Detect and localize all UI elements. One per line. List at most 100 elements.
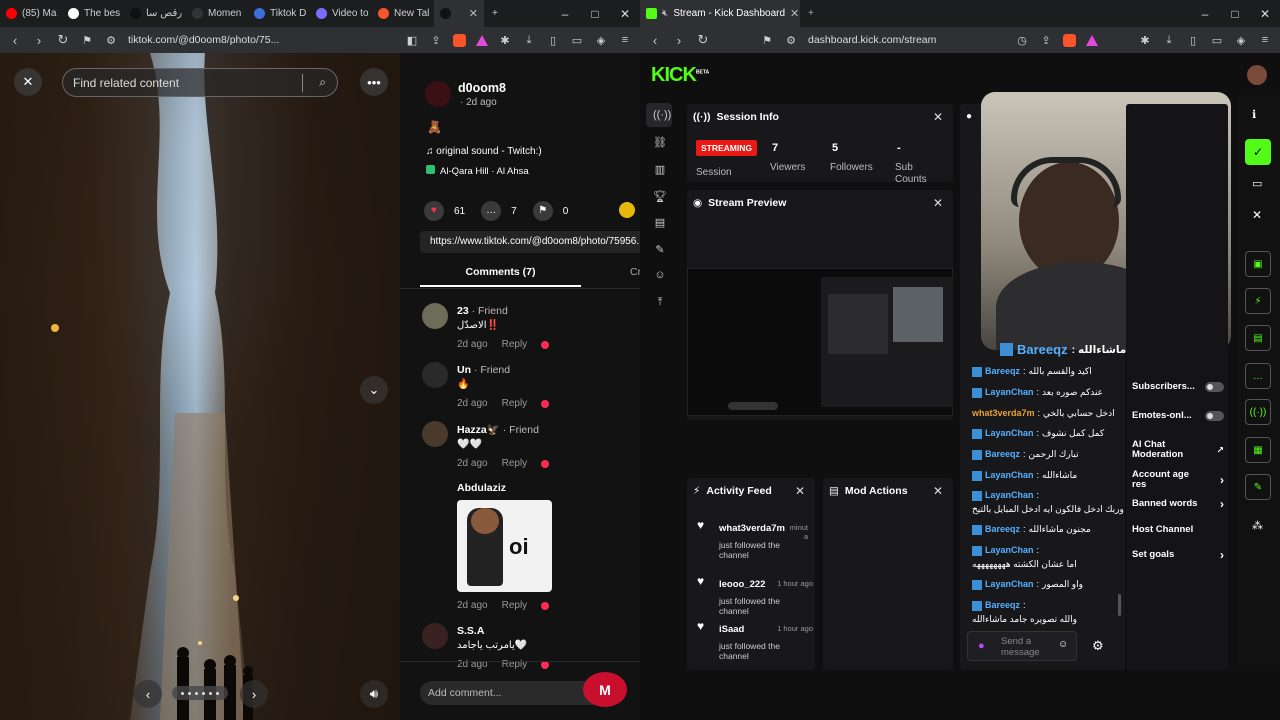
- close-panel-icon[interactable]: ✕: [933, 110, 943, 124]
- layout-icon[interactable]: ▭: [1252, 177, 1262, 190]
- reply-link[interactable]: Reply: [502, 339, 528, 350]
- extensions-icon[interactable]: ✱: [498, 34, 512, 47]
- browser-tab[interactable]: Momen: [186, 0, 248, 27]
- commenter-avatar[interactable]: [422, 421, 448, 447]
- sidebar-icon[interactable]: ▯: [546, 34, 560, 47]
- flash-icon[interactable]: ⚡︎: [1245, 288, 1271, 314]
- browser-tab[interactable]: رقص سا: [124, 0, 186, 27]
- comment-like-icon[interactable]: [541, 399, 550, 408]
- commenter-name[interactable]: 23: [457, 305, 469, 317]
- reload-icon[interactable]: ↻: [696, 32, 710, 48]
- new-tab-icon[interactable]: +: [808, 8, 814, 19]
- like-icon[interactable]: ♥: [424, 201, 444, 221]
- commenter-name[interactable]: Abdulaziz: [457, 482, 506, 494]
- site-settings-icon[interactable]: ⚙: [104, 34, 118, 47]
- brave-rewards-icon[interactable]: [1086, 34, 1098, 46]
- emoji-icon[interactable]: ☺: [1058, 639, 1068, 650]
- back-icon[interactable]: ‹: [8, 33, 22, 48]
- url-field[interactable]: tiktok.com/@d0oom8/photo/75...: [128, 34, 395, 46]
- reload-icon[interactable]: ↻: [56, 32, 70, 48]
- commenter-avatar[interactable]: [422, 623, 448, 649]
- menu-icon[interactable]: ≡: [618, 34, 632, 46]
- chat-setting-row[interactable]: Emotes-onl...: [1132, 411, 1224, 421]
- clip-icon[interactable]: ▣: [1245, 251, 1271, 277]
- wrench-icon[interactable]: ✎: [1245, 474, 1271, 500]
- back-icon[interactable]: ‹: [648, 33, 662, 48]
- commenter-name[interactable]: Hazza🦅: [457, 424, 500, 436]
- more-options-icon[interactable]: •••: [360, 68, 388, 96]
- vpn-icon[interactable]: ◈: [1234, 34, 1248, 47]
- chevron-down-icon[interactable]: ⌄: [360, 376, 388, 404]
- prev-photo-icon[interactable]: ‹: [134, 680, 162, 708]
- stream-preview-video[interactable]: [687, 268, 953, 416]
- menu-icon[interactable]: ≡: [1258, 34, 1272, 46]
- share-link-field[interactable]: https://www.tiktok.com/@d0oom8/photo/759…: [420, 231, 640, 253]
- volume-icon[interactable]: 🔊︎: [360, 680, 388, 708]
- close-icon[interactable]: ✕: [14, 68, 42, 96]
- close-rail-icon[interactable]: ✕: [1252, 208, 1262, 222]
- download-icon[interactable]: ⤓: [522, 34, 536, 47]
- chat-username[interactable]: LayanChan: [985, 387, 1034, 398]
- activity-user[interactable]: leooo_222: [719, 579, 765, 590]
- browser-tab[interactable]: ✕: [434, 0, 484, 27]
- share-icon[interactable]: ⇪: [1039, 34, 1053, 47]
- apps-icon[interactable]: ⁂: [1252, 519, 1263, 532]
- chat-username[interactable]: Bareeqz: [985, 524, 1020, 535]
- check-icon[interactable]: ✓: [1245, 139, 1271, 165]
- mic-icon[interactable]: ●: [978, 640, 985, 652]
- link-icon[interactable]: ⛓: [653, 136, 667, 150]
- comment-like-icon[interactable]: [541, 601, 550, 610]
- minimize-icon[interactable]: –: [1190, 7, 1220, 21]
- toggle-switch[interactable]: [1204, 411, 1224, 421]
- notes-icon[interactable]: ▤: [1245, 325, 1271, 351]
- maximize-icon[interactable]: □: [580, 7, 610, 21]
- commenter-name[interactable]: S.S.A: [457, 625, 484, 637]
- save-icon[interactable]: ⚑: [532, 201, 553, 221]
- author-avatar[interactable]: [425, 81, 451, 107]
- browser-tab[interactable]: (85) Ma: [0, 0, 62, 27]
- coin-icon[interactable]: [619, 202, 635, 218]
- trophy-icon[interactable]: 🏆︎: [653, 190, 667, 204]
- tab-kick-dashboard[interactable]: 🔇︎ Stream - Kick Dashboard ✕: [640, 0, 800, 27]
- site-settings-icon[interactable]: ⚙: [784, 34, 798, 47]
- close-panel-icon[interactable]: ✕: [795, 484, 805, 498]
- chat-message-input[interactable]: ● Send a message ☺: [967, 631, 1077, 661]
- chat-setting-row[interactable]: Account age res ›: [1132, 470, 1224, 490]
- activity-user[interactable]: iSaad: [719, 624, 744, 635]
- search-icon[interactable]: ⌕: [319, 75, 326, 90]
- location-row[interactable]: Al-Qara Hill · Al Ahsa: [426, 165, 529, 177]
- brave-rewards-icon[interactable]: [476, 34, 488, 46]
- reply-link[interactable]: Reply: [502, 458, 528, 469]
- brave-shields-icon[interactable]: [1063, 33, 1076, 47]
- history-icon[interactable]: ◷: [1015, 34, 1029, 47]
- extensions-icon[interactable]: ✱: [1138, 34, 1152, 47]
- new-tab-icon[interactable]: +: [492, 8, 498, 19]
- share-icon[interactable]: ⇪: [429, 34, 443, 47]
- chat-username[interactable]: LayanChan: [985, 579, 1034, 590]
- maximize-icon[interactable]: □: [1220, 7, 1250, 21]
- chat-setting-row[interactable]: Set goals ›: [1132, 549, 1224, 561]
- sound-row[interactable]: ♫ original sound - Twitch:): [426, 146, 542, 157]
- commenter-avatar[interactable]: [422, 480, 448, 506]
- chat-username[interactable]: Bareeqz: [985, 600, 1020, 611]
- user-avatar[interactable]: [1247, 65, 1267, 85]
- commenter-name[interactable]: Un: [457, 364, 471, 376]
- add-comment-input[interactable]: Add comment...: [420, 681, 610, 705]
- mcafee-icon[interactable]: M: [583, 672, 627, 707]
- chat-username[interactable]: LayanChan: [985, 545, 1034, 556]
- url-field[interactable]: dashboard.kick.com/stream: [808, 34, 1005, 46]
- activity-user[interactable]: what3verda7m: [719, 523, 785, 534]
- forward-icon[interactable]: ›: [672, 33, 686, 48]
- chat-username[interactable]: what3verda7m: [972, 408, 1035, 419]
- chat-settings-icon[interactable]: ⚙: [1092, 638, 1104, 654]
- analytics-icon[interactable]: ▥: [653, 163, 667, 177]
- extension-icon[interactable]: ◧: [405, 34, 419, 47]
- vpn-icon[interactable]: ◈: [594, 34, 608, 47]
- close-panel-icon[interactable]: ✕: [933, 484, 943, 498]
- upload-icon[interactable]: ⤒: [653, 296, 667, 310]
- tab-creator-videos[interactable]: Cr: [630, 266, 640, 278]
- reply-link[interactable]: Reply: [502, 600, 528, 611]
- chat-username[interactable]: Bareeqz: [985, 449, 1020, 460]
- bookmark-icon[interactable]: ⚑: [80, 34, 94, 47]
- reply-link[interactable]: Reply: [502, 398, 528, 409]
